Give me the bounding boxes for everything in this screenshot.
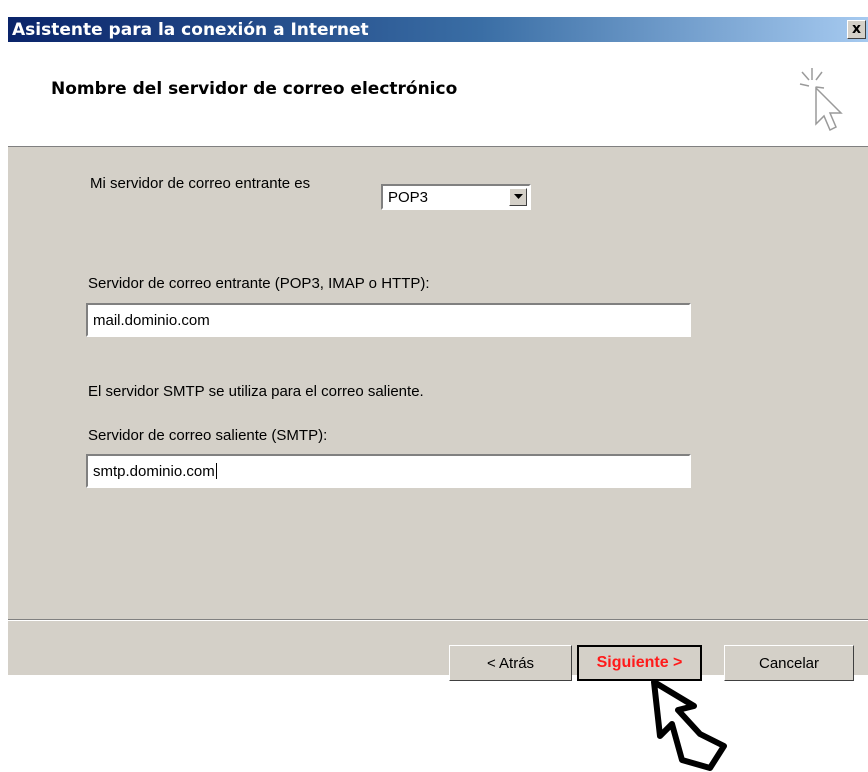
title-bar: Asistente para la conexión a Internet x [8,17,868,42]
server-type-value: POP3 [388,189,429,206]
chevron-down-icon[interactable] [509,188,527,206]
wizard-header: Nombre del servidor de correo electrónic… [8,42,868,147]
wizard-cursor-sparkle-icon [799,68,843,132]
close-button[interactable]: x [847,20,866,39]
outgoing-server-label: Servidor de correo saliente (SMTP): [88,427,328,444]
server-type-label: Mi servidor de correo entrante es [90,175,311,192]
window-title: Asistente para la conexión a Internet [12,20,369,40]
cancel-button[interactable]: Cancelar [724,645,854,681]
hand-pointer-icon [651,679,727,771]
outgoing-server-value: smtp.dominio.com [93,463,215,480]
server-type-select[interactable]: POP3 [381,184,531,210]
back-button[interactable]: < Atrás [449,645,572,681]
incoming-server-value: mail.dominio.com [93,312,210,329]
page-title: Nombre del servidor de correo electrónic… [51,79,458,99]
incoming-server-label: Servidor de correo entrante (POP3, IMAP … [88,275,430,292]
smtp-note: El servidor SMTP se utiliza para el corr… [88,383,424,400]
outgoing-server-text: smtp.dominio.com [93,463,217,480]
text-caret [215,463,217,479]
outgoing-server-field[interactable]: smtp.dominio.com [86,454,691,488]
footer-divider [8,619,868,621]
wizard-dialog: Asistente para la conexión a Internet x … [8,17,868,681]
close-icon: x [851,21,862,37]
incoming-server-field[interactable]: mail.dominio.com [86,303,691,337]
